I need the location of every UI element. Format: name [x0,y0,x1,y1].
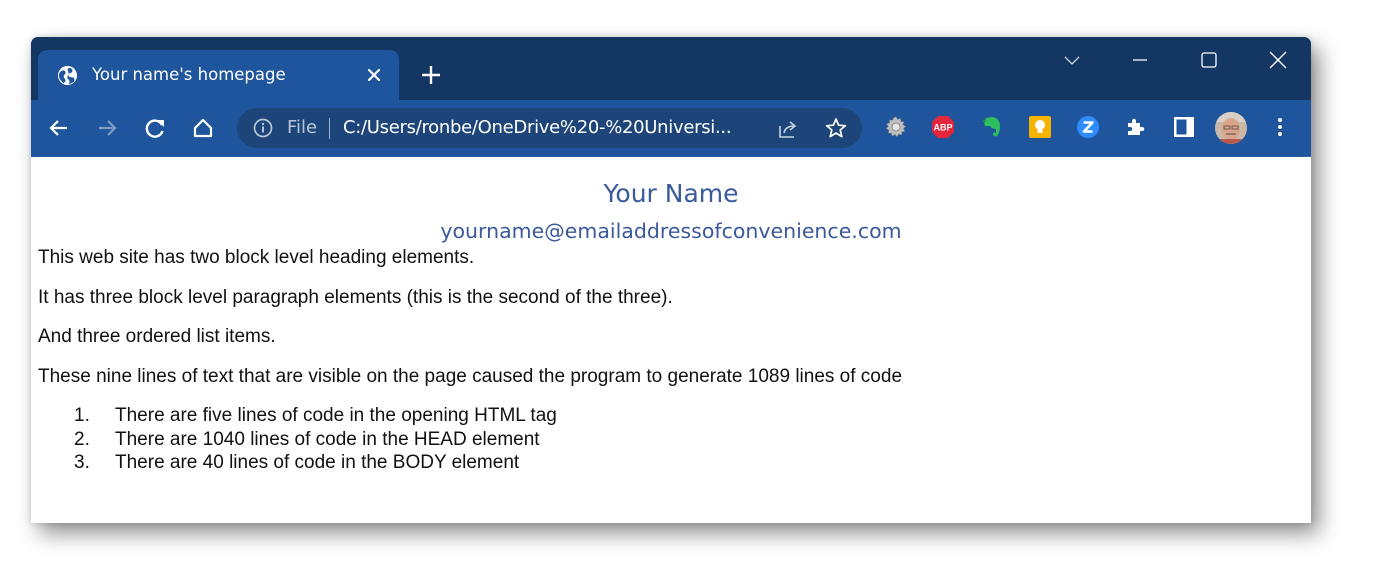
window-close-icon[interactable] [1266,49,1290,71]
url-text[interactable]: C:/Users/ronbe/OneDrive%20-%20Universi..… [343,117,732,138]
keep-lightbulb-icon[interactable] [1028,115,1052,139]
tab-title: Your name's homepage [92,65,286,84]
omnibox-separator [329,118,330,139]
tab-active[interactable]: Your name's homepage [38,50,399,100]
new-tab-plus-icon[interactable] [421,65,441,85]
email-heading: yourname@emailaddressofconvenience.com [440,219,902,243]
gear-icon[interactable] [884,115,908,139]
back-icon[interactable] [48,117,70,139]
evernote-elephant-icon[interactable] [980,115,1004,139]
address-bar[interactable]: File C:/Users/ronbe/OneDrive%20-%20Unive… [237,108,862,148]
tab-close-icon[interactable] [366,67,382,83]
page-heading: Your Name [603,179,739,208]
zoom-z-icon[interactable] [1076,115,1100,139]
reload-icon[interactable] [144,117,166,139]
paragraph-1: This web site has two block level headin… [38,247,475,268]
share-icon[interactable] [777,118,799,140]
list-number: 1. [74,405,90,426]
avatar-icon[interactable] [1215,112,1247,144]
page-content: Your Name yourname@emailaddressofconveni… [31,157,1311,523]
info-icon[interactable] [253,118,273,138]
tab-search-chevron-down-icon[interactable] [1060,49,1084,71]
home-icon[interactable] [192,117,214,139]
browser-window: Your name's homepage File C:/Users/ronbe… [31,37,1311,523]
side-panel-icon[interactable] [1172,115,1196,139]
list-number: 3. [74,452,90,473]
puzzle-icon[interactable] [1124,115,1148,139]
bookmark-star-icon[interactable] [825,117,847,139]
kebab-menu-icon[interactable] [1268,115,1292,139]
paragraph-2: It has three block level paragraph eleme… [38,287,673,308]
title-bar: Your name's homepage [31,37,1311,100]
list-text: There are 40 lines of code in the BODY e… [115,452,520,473]
scheme-label: File [287,117,318,138]
forward-icon[interactable] [96,117,118,139]
paragraph-3: And three ordered list items. [38,326,276,347]
svg-text:ABP: ABP [933,123,952,133]
list-text: There are five lines of code in the open… [115,405,557,426]
minimize-icon[interactable] [1128,49,1152,71]
list-text: There are 1040 lines of code in the HEAD… [115,428,540,450]
toolbar: File C:/Users/ronbe/OneDrive%20-%20Unive… [31,100,1311,157]
globe-icon [57,65,78,86]
list-number: 2. [74,428,90,450]
abp-icon[interactable]: ABP [931,115,955,139]
maximize-icon[interactable] [1197,49,1221,71]
paragraph-4: These nine lines of text that are visibl… [38,366,903,387]
